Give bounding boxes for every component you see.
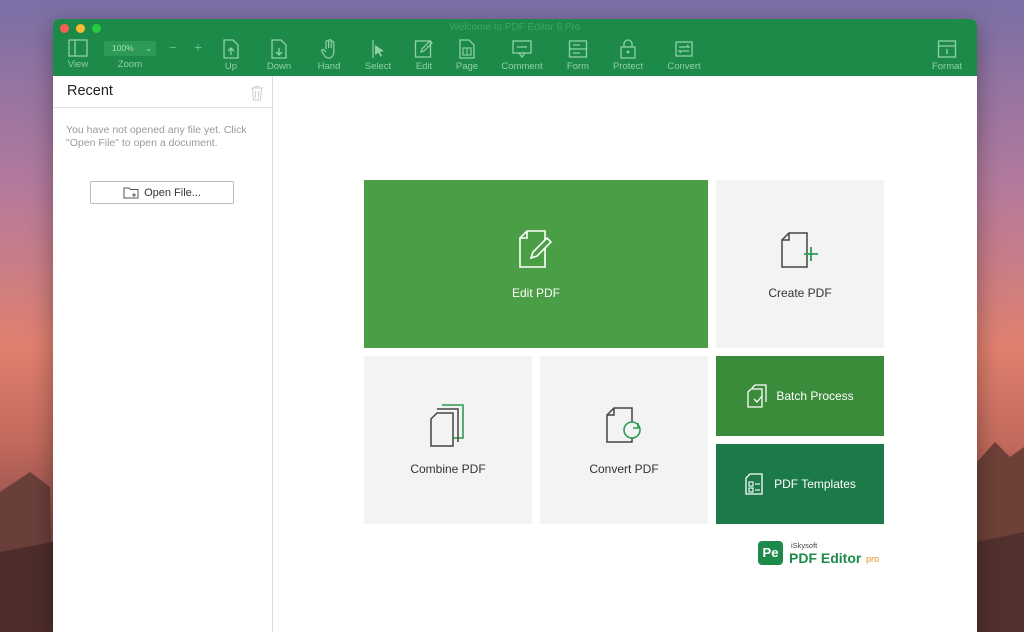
info-icon — [937, 40, 957, 58]
protect-label: Protect — [612, 61, 644, 72]
zoom-label: Zoom — [117, 59, 143, 70]
open-file-button[interactable]: Open File... — [90, 181, 234, 204]
zoom-out-button[interactable]: − — [169, 40, 177, 55]
view-button[interactable]: View — [53, 39, 103, 75]
pe-badge: Pe — [758, 541, 783, 565]
zoom-in-button[interactable]: + — [194, 39, 202, 55]
edit-pdf-tile[interactable]: Edit PDF — [364, 180, 708, 348]
recent-sidebar: Recent You have not opened any file yet.… — [53, 76, 273, 632]
up-label: Up — [224, 61, 238, 72]
page-tool-button[interactable]: Page — [442, 39, 492, 75]
edit-pdf-icon — [519, 230, 553, 268]
comment-label: Comment — [501, 61, 543, 72]
combine-pdf-tile[interactable]: Combine PDF — [364, 356, 532, 524]
batch-process-icon — [747, 384, 767, 408]
form-icon — [568, 40, 588, 58]
toolbar: Welcome to PDF Editor 6 Pro View 100% ⌄ Z… — [53, 19, 977, 76]
convert-icon — [675, 41, 693, 57]
product-name: PDF Editor — [789, 550, 862, 566]
pdf-templates-label: PDF Templates — [774, 477, 856, 491]
combine-pdf-icon — [430, 404, 464, 447]
zoom-label-wrap: Zoom — [105, 39, 155, 75]
convert-pdf-label: Convert PDF — [589, 462, 659, 476]
open-file-label: Open File... — [144, 186, 201, 199]
convert-tool-button[interactable]: Convert — [659, 39, 709, 75]
create-pdf-tile[interactable]: Create PDF — [716, 180, 884, 348]
convert-label: Convert — [667, 61, 701, 72]
edition-label: pro — [866, 554, 880, 564]
convert-pdf-icon — [606, 407, 641, 443]
comment-icon — [512, 40, 532, 58]
pdf-templates-tile[interactable]: PDF Templates — [716, 444, 884, 524]
lock-icon — [620, 39, 636, 59]
create-pdf-label: Create PDF — [768, 286, 832, 300]
page-down-button[interactable]: Down — [254, 39, 304, 75]
select-tool-button[interactable]: Select — [353, 39, 403, 75]
combine-pdf-label: Combine PDF — [410, 462, 486, 476]
page-up-button[interactable]: Up — [206, 39, 256, 75]
page-label: Page — [455, 61, 479, 72]
hand-icon — [321, 39, 335, 59]
trash-icon[interactable] — [250, 85, 264, 101]
comment-tool-button[interactable]: Comment — [497, 39, 547, 75]
convert-pdf-tile[interactable]: Convert PDF — [540, 356, 708, 524]
page-up-icon — [223, 39, 239, 59]
select-label: Select — [364, 61, 392, 72]
protect-tool-button[interactable]: Protect — [603, 39, 653, 75]
edit-pdf-label: Edit PDF — [511, 286, 560, 300]
page-icon — [459, 39, 475, 59]
pdf-templates-icon — [745, 473, 763, 495]
window-title: Welcome to PDF Editor 6 Pro — [449, 22, 581, 33]
empty-recent-message: You have not opened any file yet. Click … — [66, 124, 247, 149]
app-window: Welcome to PDF Editor 6 Pro View 100% ⌄ Z… — [53, 19, 977, 632]
view-label: View — [67, 59, 89, 70]
recent-title: Recent — [67, 83, 113, 99]
create-pdf-icon — [781, 232, 818, 268]
batch-process-label: Batch Process — [776, 389, 854, 403]
form-tool-button[interactable]: Form — [553, 39, 603, 75]
page-down-icon — [271, 39, 287, 59]
edit-icon — [414, 40, 433, 58]
form-label: Form — [566, 61, 590, 72]
format-button[interactable]: Format — [922, 39, 972, 75]
hand-tool-button[interactable]: Hand — [304, 39, 354, 75]
sidebar-divider — [53, 107, 272, 108]
product-logo: Pe iSkysoft PDF Editor pro — [758, 541, 883, 571]
batch-process-tile[interactable]: Batch Process — [716, 356, 884, 436]
hand-label: Hand — [317, 61, 341, 72]
format-label: Format — [931, 61, 963, 72]
down-label: Down — [266, 61, 292, 72]
sidebar-view-icon — [68, 39, 88, 57]
folder-icon — [123, 187, 139, 199]
cursor-icon — [372, 40, 384, 58]
maker-name: iSkysoft — [791, 541, 818, 550]
